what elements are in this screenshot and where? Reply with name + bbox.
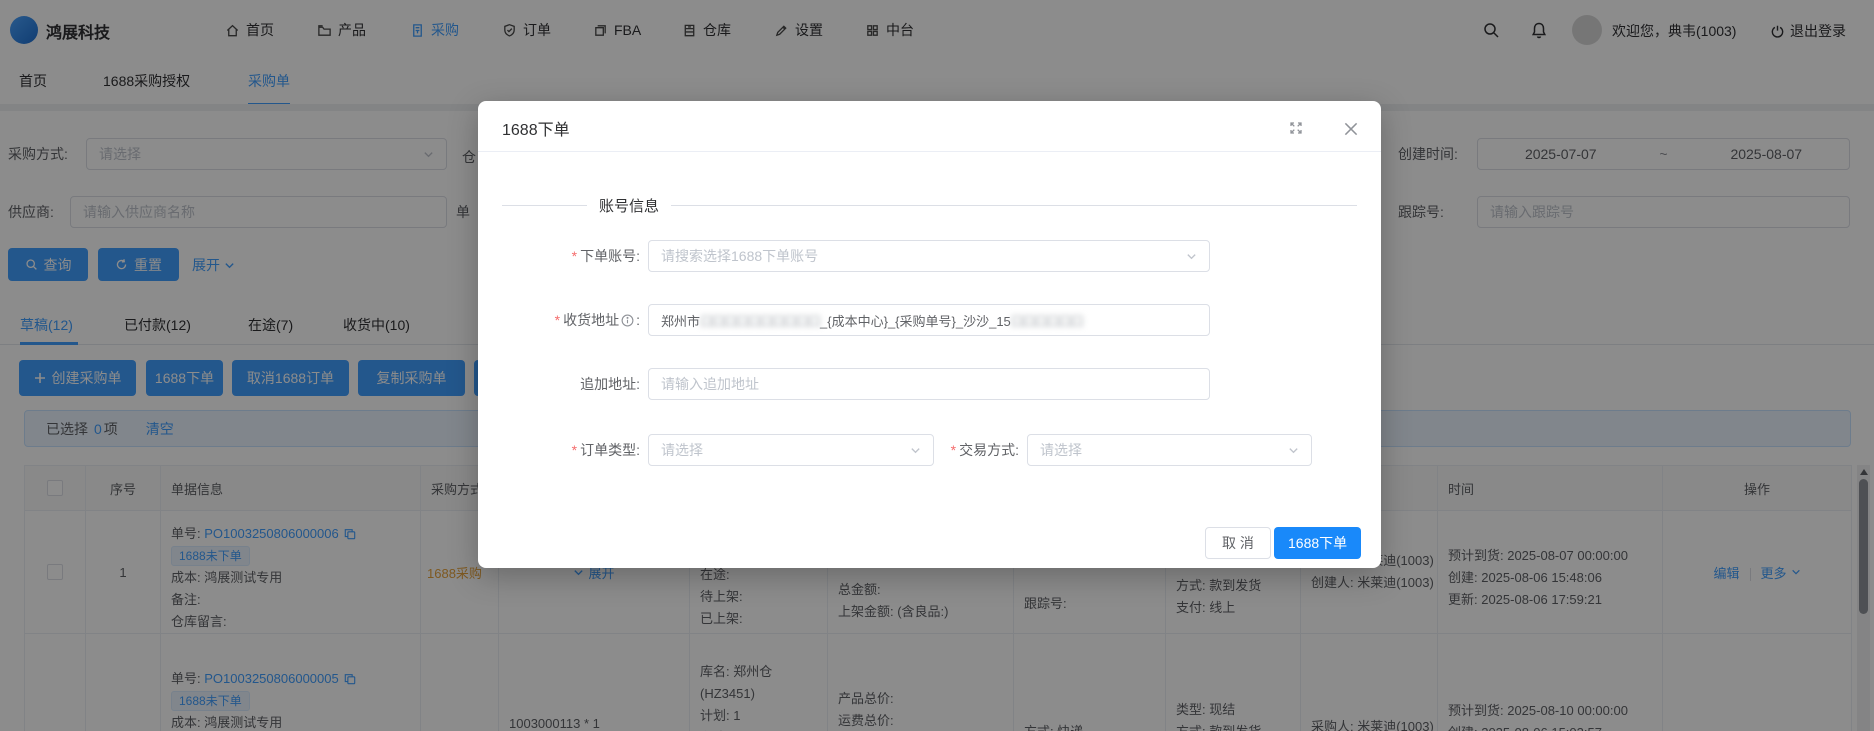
required-star: * bbox=[572, 442, 577, 458]
trade-method-placeholder: 请选择 bbox=[1040, 440, 1082, 460]
address-redacted-segment: 口口口口口口口口口口 bbox=[700, 311, 820, 330]
cancel-button[interactable]: 取 消 bbox=[1205, 527, 1271, 559]
required-star: * bbox=[555, 312, 560, 328]
section-title: 账号信息 bbox=[587, 195, 671, 216]
order-type-select[interactable]: 请选择 bbox=[648, 434, 934, 466]
modal-header: 1688下单 bbox=[478, 101, 1381, 152]
account-placeholder: 请搜索选择1688下单账号 bbox=[661, 246, 818, 266]
address-field-row: *收货地址: 郑州市口口口口口口口口口口_{成本中心}_{采购单号}_沙沙_15… bbox=[478, 304, 1210, 336]
purchase-order-page: 鸿展科技 首页 产品 采购 订单 FBA 仓库 设置 bbox=[0, 0, 1874, 731]
append-address-field-row: 追加地址: 请输入追加地址 bbox=[478, 368, 1210, 400]
append-address-placeholder: 请输入追加地址 bbox=[661, 374, 759, 394]
address-value-mid: _{成本中心}_{采购单号}_沙沙_15 bbox=[820, 311, 1011, 330]
chevron-down-icon bbox=[1288, 445, 1299, 456]
trade-method-label-text: 交易方式: bbox=[959, 442, 1019, 458]
append-address-input[interactable]: 请输入追加地址 bbox=[648, 368, 1210, 400]
trade-method-label: *交易方式: bbox=[934, 440, 1019, 460]
address-label-text: 收货地址 bbox=[563, 312, 619, 328]
order-type-label: *订单类型: bbox=[478, 440, 640, 460]
account-label-text: 下单账号: bbox=[580, 248, 640, 264]
append-address-label: 追加地址: bbox=[478, 374, 640, 394]
account-info-section: 账号信息 bbox=[502, 195, 1357, 216]
trade-method-select[interactable]: 请选择 bbox=[1027, 434, 1312, 466]
modal-title: 1688下单 bbox=[502, 116, 570, 140]
address-label-colon: : bbox=[636, 312, 640, 328]
address-label: *收货地址: bbox=[478, 310, 640, 330]
address-input[interactable]: 郑州市口口口口口口口口口口_{成本中心}_{采购单号}_沙沙_15口口口口口口 bbox=[648, 304, 1210, 336]
fullscreen-icon[interactable] bbox=[1288, 120, 1304, 136]
order-type-placeholder: 请选择 bbox=[661, 440, 703, 460]
chevron-down-icon bbox=[1186, 251, 1197, 262]
info-circle-icon[interactable] bbox=[621, 314, 634, 327]
account-select[interactable]: 请搜索选择1688下单账号 bbox=[648, 240, 1210, 272]
order-type-label-text: 订单类型: bbox=[580, 442, 640, 458]
section-line-right bbox=[671, 205, 1357, 206]
address-redacted-segment: 口口口口口口 bbox=[1011, 311, 1083, 330]
required-star: * bbox=[572, 248, 577, 264]
chevron-down-icon bbox=[910, 445, 921, 456]
account-field-row: *下单账号: 请搜索选择1688下单账号 bbox=[478, 240, 1210, 272]
order-type-field-row: *订单类型: 请选择 *交易方式: 请选择 bbox=[478, 434, 1312, 466]
section-line-left bbox=[502, 205, 587, 206]
order-1688-modal: 1688下单 账号信息 *下单账号: 请搜索选择1688下单账号 *收货地址: … bbox=[478, 101, 1381, 568]
submit-1688-button[interactable]: 1688下单 bbox=[1274, 527, 1361, 559]
close-icon[interactable] bbox=[1342, 120, 1360, 138]
address-value-prefix: 郑州市 bbox=[661, 311, 700, 330]
required-star: * bbox=[951, 442, 956, 458]
account-label: *下单账号: bbox=[478, 246, 640, 266]
